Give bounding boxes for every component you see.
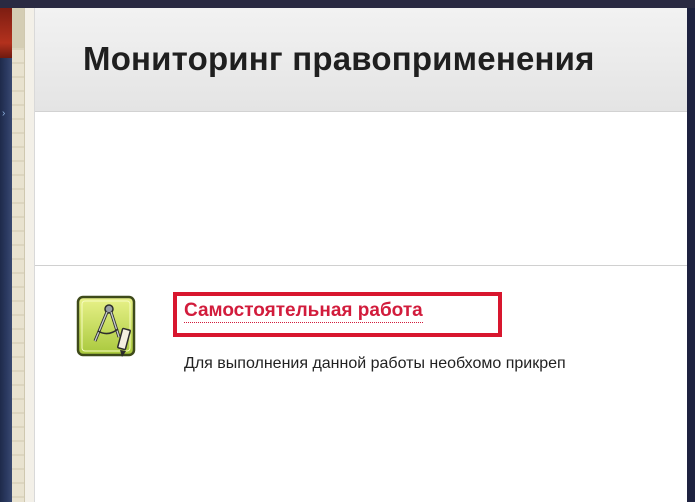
left-panel-mark-icon: › [2,108,6,119]
activity-link[interactable]: Самостоятельная работа [184,300,423,323]
page-title: Мониторинг правоприменения [83,40,595,77]
window-right-edge [687,8,695,502]
content-left-border [25,8,35,502]
browser-frame: › Мониторинг правоприменения Самостоятел… [0,0,695,502]
assignment-compass-icon[interactable] [76,295,140,361]
scroll-strip-cap [12,8,24,48]
left-panel-edge: › [0,8,12,502]
left-panel-accent [0,8,12,58]
side-scroll-strip[interactable] [12,8,25,502]
window-top-bar [0,0,695,8]
page-header: Мониторинг правоприменения [35,8,695,112]
section-divider [35,265,695,266]
activity-description: Для выполнения данной работы необхомо пр… [184,355,566,372]
